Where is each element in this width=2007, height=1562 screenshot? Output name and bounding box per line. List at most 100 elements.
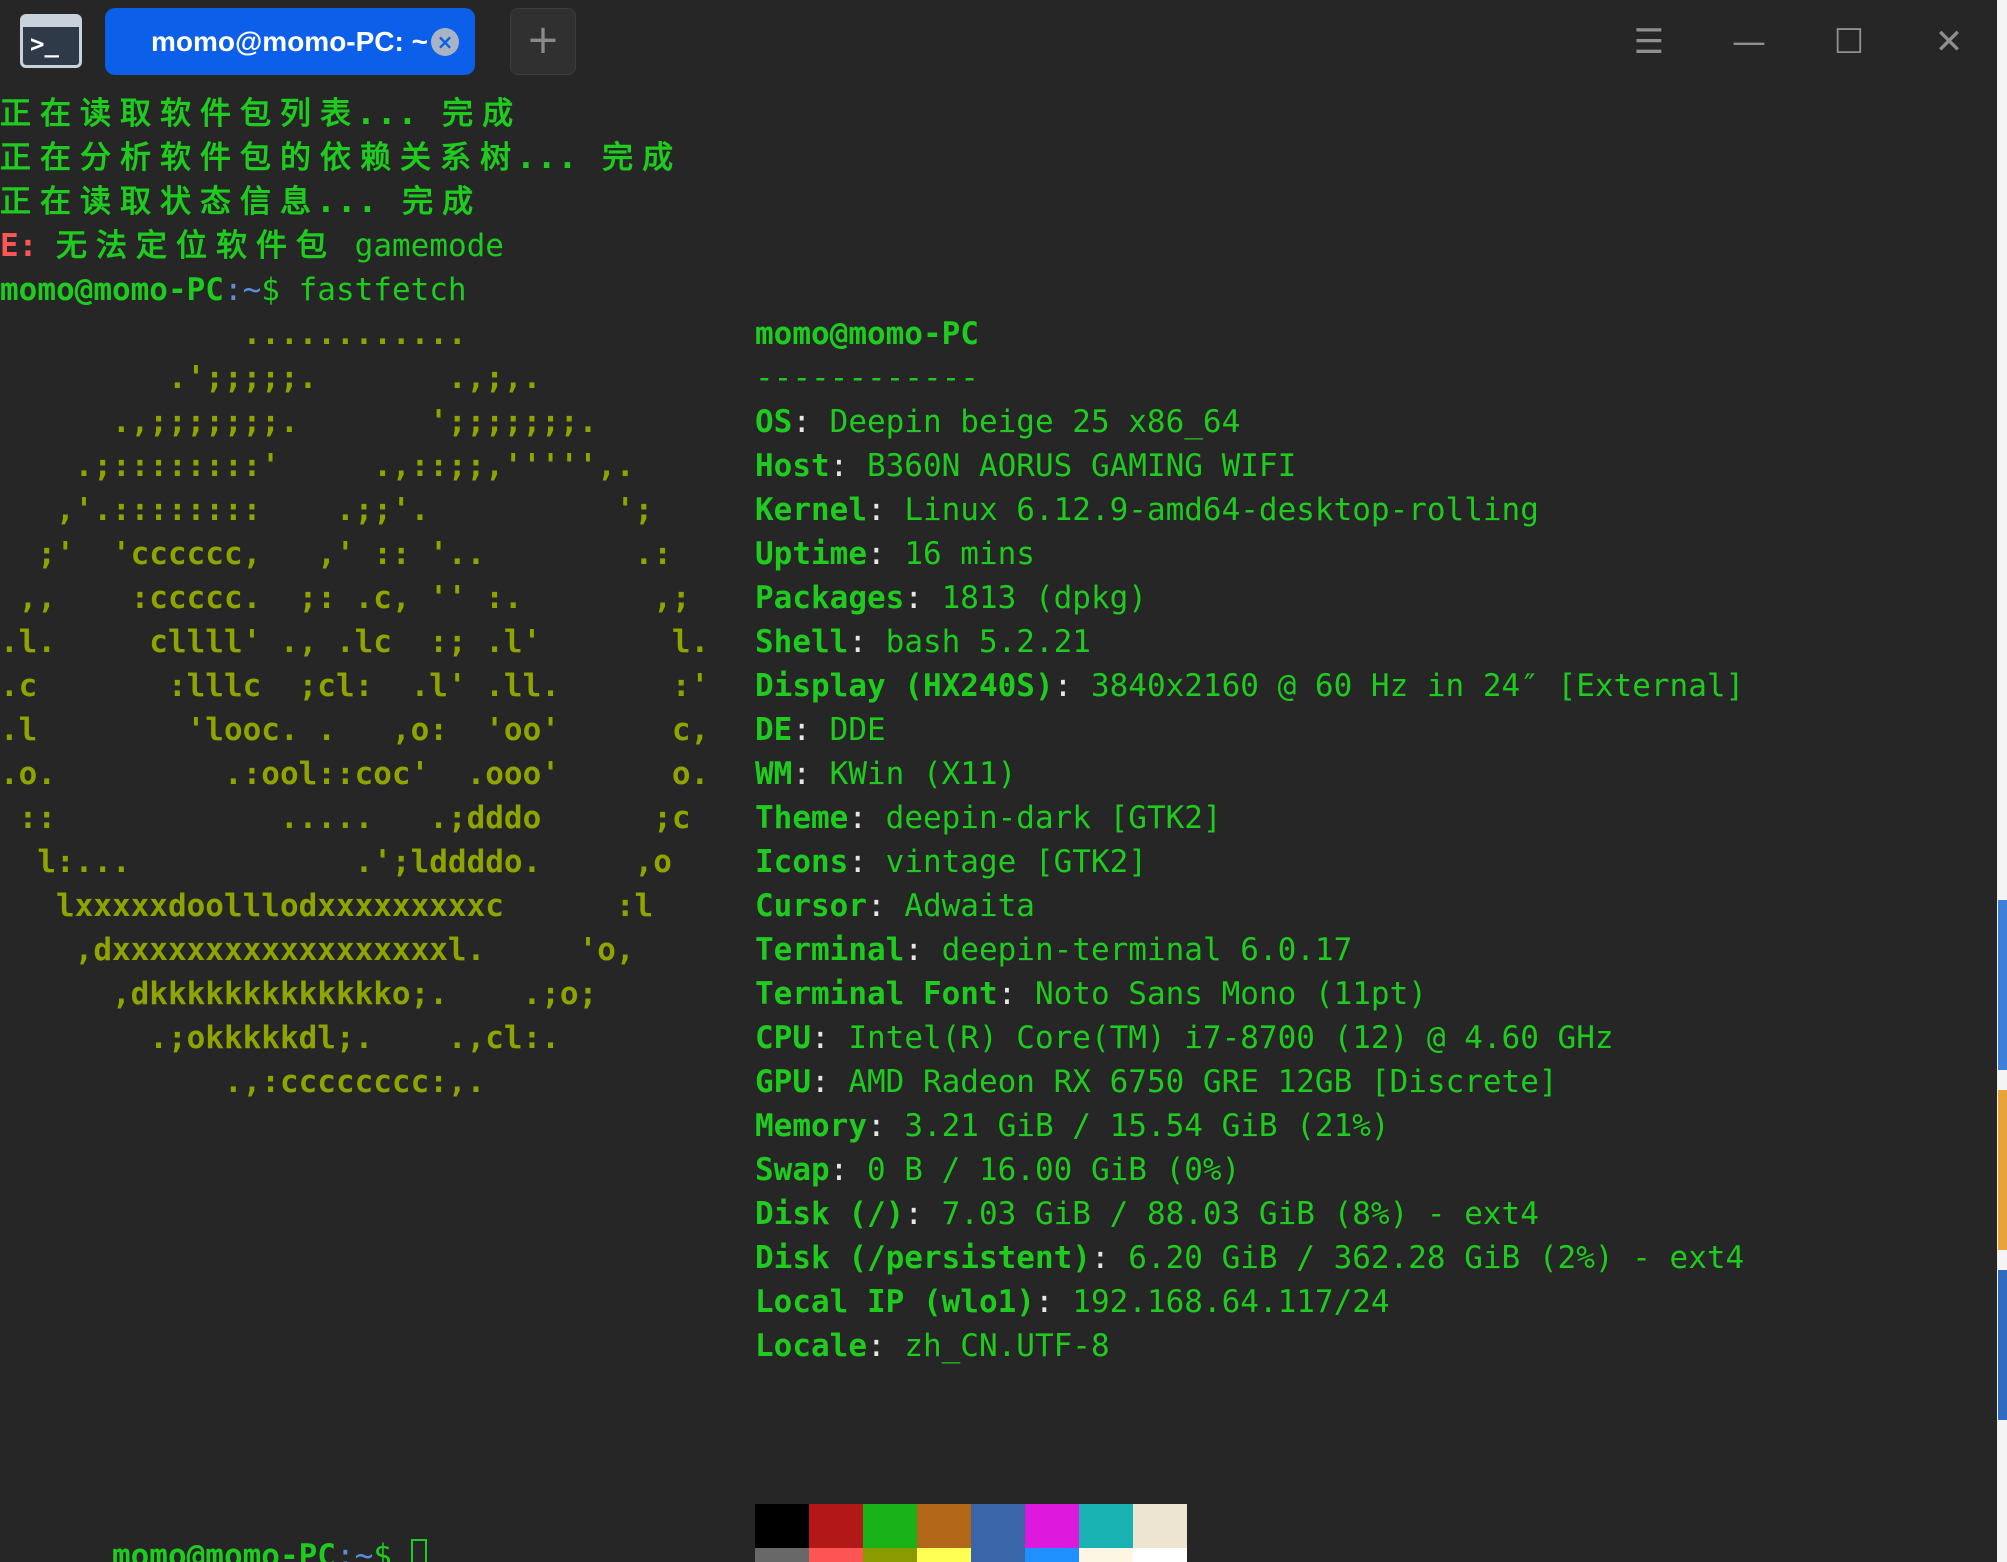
tab-terminal[interactable]: momo@momo-PC: ~ xyxy=(105,8,475,75)
info-key: Disk (/) xyxy=(755,1196,905,1232)
logo-line: .,;;;;;;;. ';;;;;;;. xyxy=(0,404,598,440)
info-row: Host: B360N AORUS GAMING WIFI xyxy=(755,444,1296,488)
info-value: zh_CN.UTF-8 xyxy=(904,1328,1110,1364)
new-tab-button[interactable]: + xyxy=(510,8,576,75)
palette-swatch-bright-4 xyxy=(971,1548,1025,1562)
info-value: AMD Radeon RX 6750 GRE 12GB [Discrete] xyxy=(848,1064,1558,1100)
output-line: momo@momo-PC:~$ fastfetch xyxy=(0,268,467,312)
logo-line: ,dkkkkkkkkkkkkko;. .;o; xyxy=(0,976,598,1012)
info-colon: : xyxy=(848,800,886,836)
info-key: DE xyxy=(755,712,793,748)
info-colon: : xyxy=(792,404,830,440)
info-row: Shell: bash 5.2.21 xyxy=(755,620,1091,664)
palette-swatch-normal-3 xyxy=(917,1504,971,1548)
info-value: 3840x2160 @ 60 Hz in 24″ [External] xyxy=(1090,668,1745,704)
palette-swatch-bright-7 xyxy=(1133,1548,1187,1562)
info-colon: : xyxy=(848,624,886,660)
info-key: CPU xyxy=(755,1020,811,1056)
tab-close-icon[interactable]: × xyxy=(431,28,459,56)
info-key: Terminal xyxy=(755,932,905,968)
info-colon: : xyxy=(1034,1284,1073,1320)
terminal-app-icon[interactable]: >_ xyxy=(20,14,82,68)
minimize-icon[interactable]: — xyxy=(1714,14,1784,70)
info-key: Host xyxy=(755,448,830,484)
logo-line: ............ xyxy=(0,316,467,352)
info-key: Shell xyxy=(755,624,849,660)
title-bar: >_ momo@momo-PC: ~ × + ☰ — ☐ ✕ xyxy=(0,0,1997,92)
logo-line: .,:cccccccc:,. xyxy=(0,1064,486,1100)
info-key: OS xyxy=(755,404,793,440)
logo-line: ,, :ccccc. ;: .c, '' :. ,; xyxy=(0,580,691,616)
prompt-line[interactable]: momo@momo-PC:~$ xyxy=(0,1490,427,1562)
logo-line: .c :lllc ;cl: .l' .ll. :' xyxy=(0,668,710,704)
palette-swatch-bright-1 xyxy=(809,1548,863,1562)
info-row: Locale: zh_CN.UTF-8 xyxy=(755,1324,1110,1368)
logo-line: .';;;;;. .,;,. xyxy=(0,360,542,396)
info-colon: : xyxy=(848,844,886,880)
info-key: Locale xyxy=(755,1328,867,1364)
info-colon: : xyxy=(866,888,905,924)
info-colon: : xyxy=(904,1196,942,1232)
info-key: Disk (/persistent) xyxy=(755,1240,1091,1276)
palette-swatch-normal-6 xyxy=(1079,1504,1133,1548)
info-key: Terminal Font xyxy=(755,976,998,1012)
palette-swatch-bright-5 xyxy=(1025,1548,1079,1562)
info-row: Terminal Font: Noto Sans Mono (11pt) xyxy=(755,972,1427,1016)
info-row: OS: Deepin beige 25 x86_64 xyxy=(755,400,1240,444)
info-value: Intel(R) Core(TM) i7-8700 (12) @ 4.60 GH… xyxy=(848,1020,1614,1056)
output-text: $ fastfetch xyxy=(261,272,467,308)
palette-swatch-bright-6 xyxy=(1079,1548,1133,1562)
info-row: Disk (/persistent): 6.20 GiB / 362.28 Gi… xyxy=(755,1236,1744,1280)
palette-swatch-normal-0 xyxy=(755,1504,809,1548)
output-line: 正在分析软件包的依赖关系树... 完成 xyxy=(0,136,682,180)
palette-swatch-bright-0 xyxy=(755,1548,809,1562)
info-value: 6.20 GiB / 362.28 GiB (2%) - ext4 xyxy=(1128,1240,1745,1276)
logo-line: ,dxxxxxxxxxxxxxxxxxxl. 'o, xyxy=(0,932,635,968)
info-colon: : xyxy=(904,932,942,968)
output-line: 正在读取软件包列表... 完成 xyxy=(0,92,522,136)
info-value: Deepin beige 25 x86_64 xyxy=(829,404,1241,440)
output-text: gamemode xyxy=(336,228,504,264)
info-key: Kernel xyxy=(755,492,867,528)
info-key: Packages xyxy=(755,580,905,616)
info-row: Uptime: 16 mins xyxy=(755,532,1035,576)
menu-icon[interactable]: ☰ xyxy=(1614,14,1684,70)
info-colon: : xyxy=(1090,1240,1129,1276)
info-colon: : xyxy=(811,1020,849,1056)
terminal-output[interactable]: 正在读取软件包列表... 完成 正在分析软件包的依赖关系树... 完成 正在读取状态… xyxy=(0,92,1997,1562)
output-text: E: xyxy=(0,228,56,264)
info-value: Linux 6.12.9-amd64-desktop-rolling xyxy=(904,492,1539,528)
color-palette xyxy=(755,1504,1187,1562)
output-text: 正在读取软件包列表... 完成 xyxy=(0,96,523,132)
info-value: 7.03 GiB / 88.03 GiB (8%) - ext4 xyxy=(941,1196,1539,1232)
info-key: Icons xyxy=(755,844,849,880)
output-text: 无法定位软件包 xyxy=(56,228,336,264)
palette-swatch-normal-1 xyxy=(809,1504,863,1548)
info-colon: : xyxy=(997,976,1035,1012)
info-separator: ------------ xyxy=(755,360,979,396)
info-colon: : xyxy=(829,448,867,484)
close-window-icon[interactable]: ✕ xyxy=(1914,14,1984,70)
info-value: deepin-dark [GTK2] xyxy=(885,800,1222,836)
logo-line: ;' 'cccccc, ,' :: '.. .: xyxy=(0,536,672,572)
tab-title: momo@momo-PC: ~ xyxy=(151,26,428,57)
palette-swatch-bright-3 xyxy=(917,1548,971,1562)
logo-line: .;::::::::' .,::;;,''''',. xyxy=(0,448,635,484)
logo-line: .l 'looc. . ,o: 'oo' c, xyxy=(0,712,710,748)
info-key: WM xyxy=(755,756,793,792)
logo-line: .l. cllll' ., .lc :; .l' l. xyxy=(0,624,710,660)
info-value: Noto Sans Mono (11pt) xyxy=(1034,976,1427,1012)
info-row: DE: DDE xyxy=(755,708,886,752)
info-row: Kernel: Linux 6.12.9-amd64-desktop-rolli… xyxy=(755,488,1539,532)
info-key: Display (HX240S) xyxy=(755,668,1054,704)
maximize-icon[interactable]: ☐ xyxy=(1814,14,1884,70)
info-row: GPU: AMD Radeon RX 6750 GRE 12GB [Discre… xyxy=(755,1060,1558,1104)
info-value: 16 mins xyxy=(904,536,1035,572)
output-line: E: 无法定位软件包 gamemode xyxy=(0,224,504,268)
info-colon: : xyxy=(811,1064,849,1100)
info-row: Terminal: deepin-terminal 6.0.17 xyxy=(755,928,1352,972)
logo-line: :: ..... .;dddo ;c xyxy=(0,800,691,836)
info-value: deepin-terminal 6.0.17 xyxy=(941,932,1353,968)
info-row: Disk (/): 7.03 GiB / 88.03 GiB (8%) - ex… xyxy=(755,1192,1539,1236)
info-user-host: momo@momo-PC xyxy=(755,316,979,352)
